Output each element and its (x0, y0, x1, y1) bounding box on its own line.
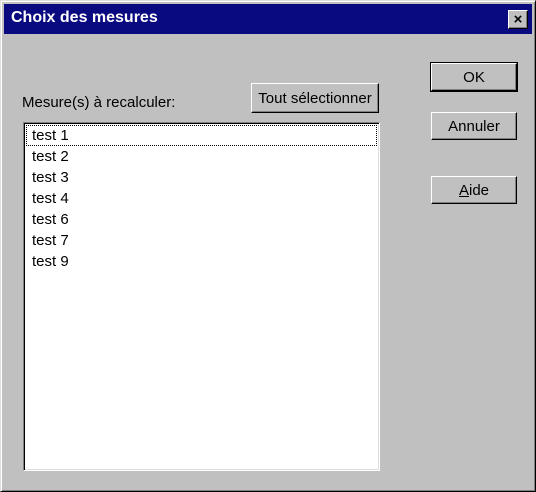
ok-button[interactable]: OK (430, 62, 518, 92)
list-item[interactable]: test 2 (26, 146, 377, 167)
select-all-button[interactable]: Tout sélectionner (251, 83, 379, 113)
help-label-rest: ide (468, 181, 490, 199)
list-item[interactable]: test 7 (26, 230, 377, 251)
list-item[interactable]: test 4 (26, 188, 377, 209)
cancel-button-label: Annuler (448, 117, 500, 135)
help-button[interactable]: Aide (431, 176, 517, 204)
dialog-window: Choix des mesures × OK Annuler Aide Tout… (0, 0, 536, 492)
ok-button-label: OK (463, 68, 485, 86)
select-all-button-label: Tout sélectionner (258, 89, 372, 107)
list-item[interactable]: test 6 (26, 209, 377, 230)
measures-listbox[interactable]: test 1 test 2 test 3 test 4 test 6 test … (23, 122, 380, 471)
help-mnemonic: A (458, 181, 469, 199)
list-item[interactable]: test 1 (26, 125, 377, 146)
cancel-button[interactable]: Annuler (431, 112, 517, 140)
help-button-label: Aide (459, 182, 489, 199)
window-title: Choix des mesures (11, 9, 158, 26)
list-item[interactable]: test 3 (26, 167, 377, 188)
list-label: Mesure(s) à recalculer: (22, 94, 176, 111)
close-icon: × (513, 10, 523, 28)
list-item[interactable]: test 9 (26, 251, 377, 272)
title-bar[interactable]: Choix des mesures × (4, 4, 532, 34)
close-button[interactable]: × (508, 10, 528, 29)
